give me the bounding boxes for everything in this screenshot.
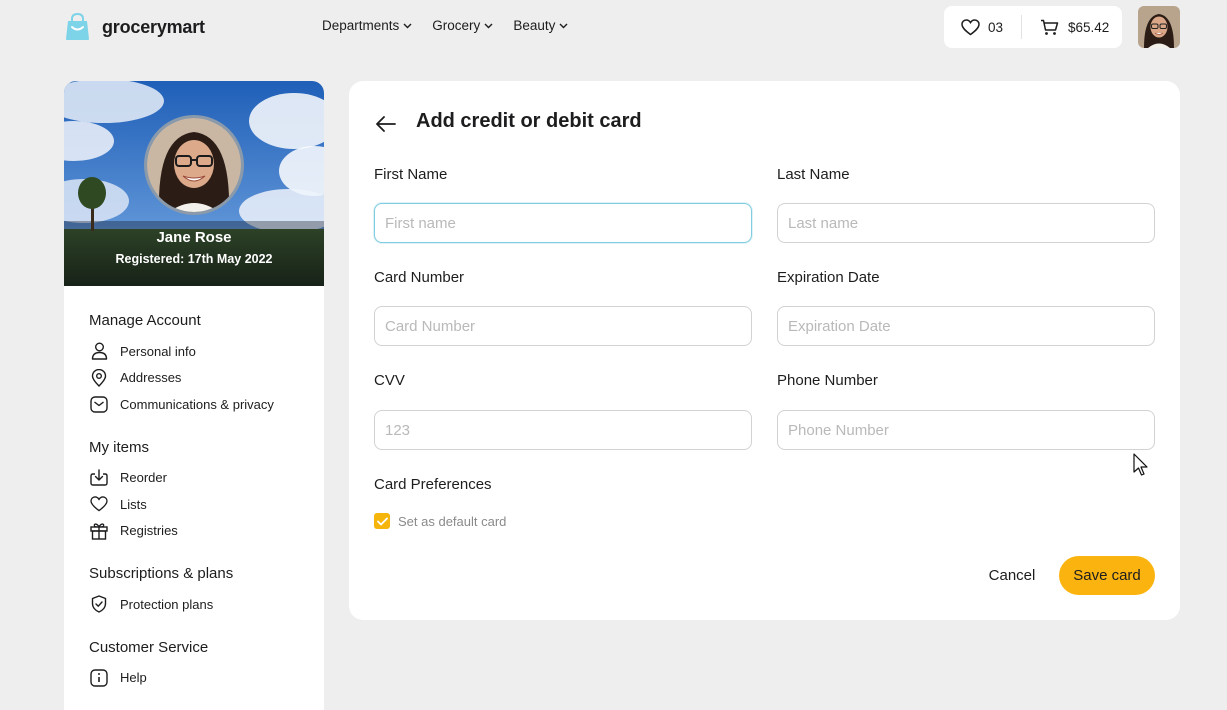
location-pin-icon — [89, 368, 109, 388]
sidebar-item-label: Lists — [120, 496, 147, 512]
nav-label: Beauty — [513, 18, 556, 33]
shield-icon — [89, 594, 109, 614]
expiration-date-label: Expiration Date — [777, 269, 880, 286]
phone-number-input[interactable] — [777, 410, 1155, 450]
sidebar-item-personal-info[interactable]: Personal info — [89, 338, 324, 365]
cvv-label: CVV — [374, 372, 405, 389]
top-header: grocerymart Departments Grocery Beauty 0… — [0, 0, 1227, 56]
profile-card: Jane Rose Registered: 17th May 2022 — [64, 81, 324, 286]
menu-group-title: My items — [89, 438, 149, 456]
menu-group-title: Customer Service — [89, 638, 209, 656]
brand-name: grocerymart — [102, 16, 205, 37]
cart-button[interactable]: $65.42 — [1022, 6, 1109, 48]
card-number-input[interactable] — [374, 306, 752, 346]
menu-group-title: Subscriptions & plans — [89, 565, 234, 582]
header-actions: 03 $65.42 — [944, 6, 1122, 48]
cancel-button[interactable]: Cancel — [977, 556, 1047, 594]
sidebar-item-label: Personal info — [120, 343, 196, 359]
nav-departments[interactable]: Departments — [322, 18, 412, 33]
sidebar-item-registries[interactable]: Registries — [89, 518, 324, 545]
default-card-checkbox-row[interactable]: Set as default card — [374, 513, 506, 529]
add-card-panel: Add credit or debit card First Name Last… — [349, 81, 1180, 620]
sidebar-item-help[interactable]: Help — [89, 665, 324, 692]
account-menu: Manage Account Personal info Addresses C… — [64, 286, 324, 691]
brand-logo[interactable]: grocerymart — [64, 12, 205, 41]
nav-beauty[interactable]: Beauty — [513, 18, 568, 33]
main-nav: Departments Grocery Beauty — [322, 18, 568, 33]
sidebar-item-label: Communications & privacy — [120, 396, 274, 412]
menu-group-title: Manage Account — [89, 312, 201, 329]
download-icon — [89, 468, 109, 488]
cart-total: $65.42 — [1068, 19, 1110, 35]
sidebar-item-label: Protection plans — [120, 596, 214, 612]
favorites-button[interactable]: 03 — [944, 6, 1021, 48]
nav-label: Departments — [322, 18, 400, 33]
menu-group-customer-service: Customer Service Help — [89, 639, 324, 692]
sidebar-item-communications[interactable]: Communications & privacy — [89, 391, 324, 418]
nav-grocery[interactable]: Grocery — [432, 18, 493, 33]
gift-icon — [89, 521, 109, 541]
checkmark-icon — [376, 517, 388, 525]
back-button[interactable] — [373, 111, 399, 137]
chevron-down-icon — [403, 23, 412, 28]
menu-group-my-items: My items Reorder Lists Registries — [89, 439, 324, 545]
sidebar-item-label: Addresses — [120, 370, 182, 386]
message-icon — [89, 394, 109, 414]
sidebar-item-label: Help — [120, 670, 147, 686]
sidebar-item-lists[interactable]: Lists — [89, 491, 324, 518]
menu-group-manage-account: Manage Account Personal info Addresses C… — [89, 312, 324, 418]
nav-label: Grocery — [432, 18, 481, 33]
last-name-input[interactable] — [777, 203, 1155, 243]
user-avatar[interactable] — [1138, 6, 1180, 48]
cart-icon — [1041, 19, 1059, 35]
chevron-down-icon — [559, 23, 568, 28]
default-card-label: Set as default card — [398, 513, 507, 529]
chevron-down-icon — [484, 23, 493, 28]
registration-date: Registered: 17th May 2022 — [115, 252, 273, 266]
favorites-count: 03 — [988, 19, 1004, 35]
last-name-label: Last Name — [777, 166, 850, 183]
phone-number-label: Phone Number — [777, 372, 878, 389]
default-card-checkbox[interactable] — [374, 513, 390, 529]
menu-group-subscriptions: Subscriptions & plans Protection plans — [89, 565, 324, 618]
shopping-bag-icon — [64, 12, 91, 41]
first-name-input[interactable] — [374, 203, 752, 243]
card-preferences-title: Card Preferences — [374, 476, 492, 493]
page-title: Add credit or debit card — [416, 110, 642, 132]
sidebar-item-addresses[interactable]: Addresses — [89, 365, 324, 392]
mouse-cursor-icon — [1133, 453, 1149, 482]
account-sidebar: Jane Rose Registered: 17th May 2022 Mana… — [64, 81, 324, 710]
sidebar-item-label: Registries — [120, 523, 178, 539]
save-card-button[interactable]: Save card — [1059, 556, 1155, 595]
card-number-label: Card Number — [374, 269, 465, 286]
expiration-date-input[interactable] — [777, 306, 1155, 346]
profile-name: Jane Rose — [156, 229, 232, 246]
sidebar-item-label: Reorder — [120, 470, 167, 486]
first-name-label: First Name — [374, 166, 448, 183]
arrow-left-icon — [376, 116, 396, 132]
heart-icon — [89, 494, 109, 514]
sidebar-item-protection-plans[interactable]: Protection plans — [89, 591, 324, 618]
info-icon — [89, 668, 109, 688]
sidebar-item-reorder[interactable]: Reorder — [89, 465, 324, 492]
user-icon — [89, 341, 109, 361]
profile-avatar[interactable] — [144, 115, 244, 215]
heart-icon — [961, 18, 980, 35]
cvv-input[interactable] — [374, 410, 752, 450]
